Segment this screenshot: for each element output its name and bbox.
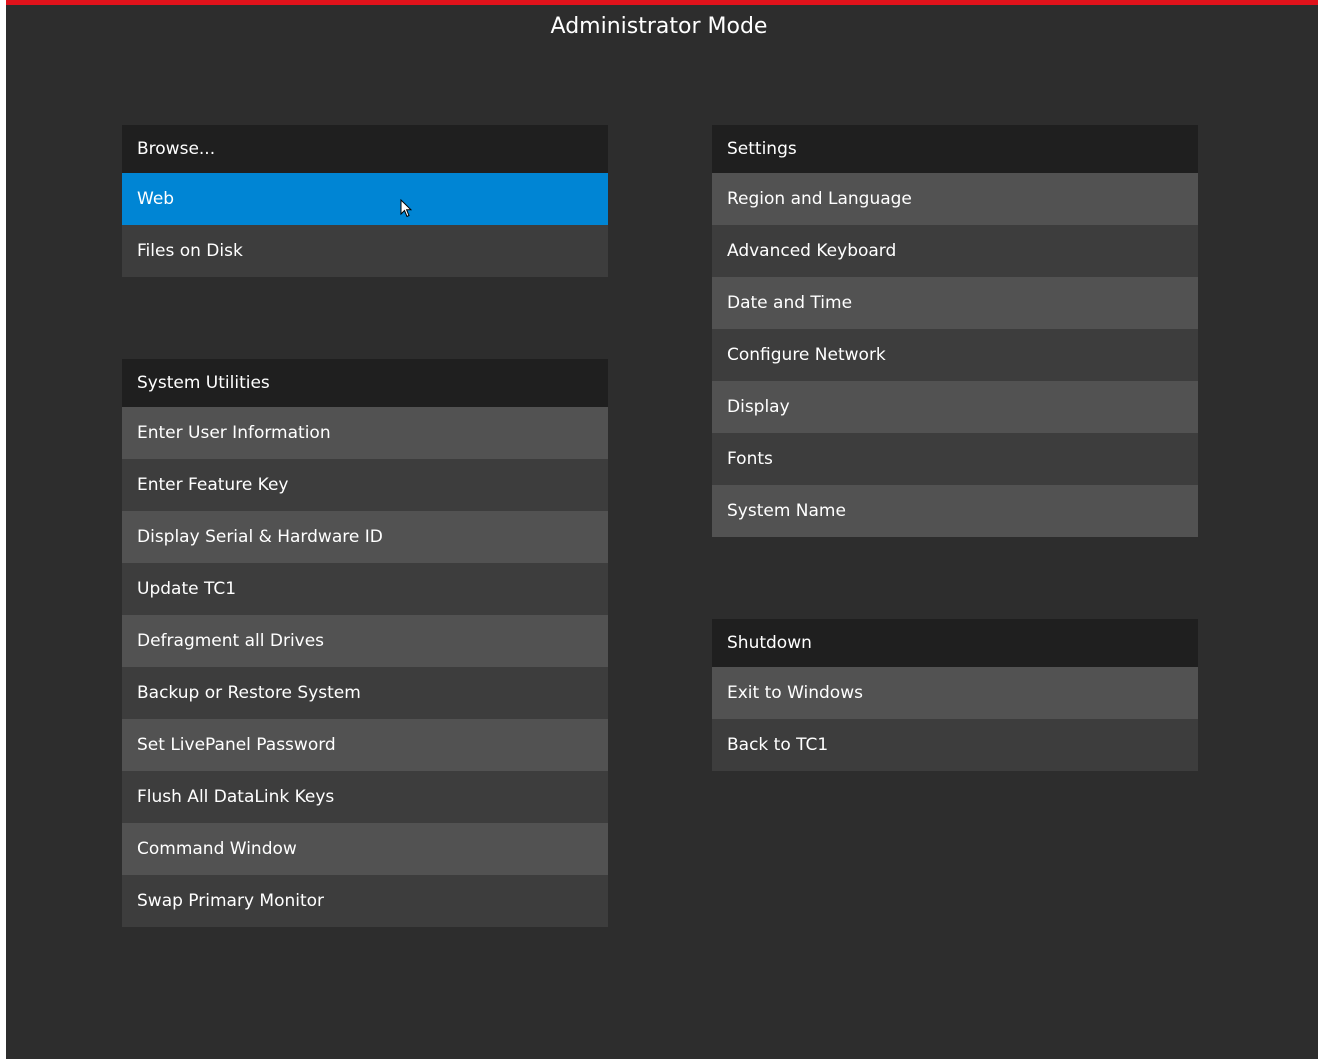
shutdown-header: Shutdown xyxy=(712,619,1198,667)
shutdown-item-exit-to-windows[interactable]: Exit to Windows xyxy=(712,667,1198,719)
page-title: Administrator Mode xyxy=(550,14,768,39)
utility-item-backup-restore-system[interactable]: Backup or Restore System xyxy=(122,667,608,719)
utility-item-defragment-all-drives[interactable]: Defragment all Drives xyxy=(122,615,608,667)
utility-item-enter-feature-key[interactable]: Enter Feature Key xyxy=(122,459,608,511)
settings-item-system-name[interactable]: System Name xyxy=(712,485,1198,537)
shutdown-item-back-to-tc1[interactable]: Back to TC1 xyxy=(712,719,1198,771)
settings-item-date-time[interactable]: Date and Time xyxy=(712,277,1198,329)
utility-item-command-window[interactable]: Command Window xyxy=(122,823,608,875)
utility-item-update-tc1[interactable]: Update TC1 xyxy=(122,563,608,615)
browse-panel: Browse... Web Files on Disk xyxy=(122,125,608,277)
settings-item-configure-network[interactable]: Configure Network xyxy=(712,329,1198,381)
utility-item-display-serial-hardware-id[interactable]: Display Serial & Hardware ID xyxy=(122,511,608,563)
settings-item-fonts[interactable]: Fonts xyxy=(712,433,1198,485)
accent-bar xyxy=(6,0,1318,5)
utility-item-flush-datalink-keys[interactable]: Flush All DataLink Keys xyxy=(122,771,608,823)
settings-item-region-language[interactable]: Region and Language xyxy=(712,173,1198,225)
shutdown-panel: Shutdown Exit to Windows Back to TC1 xyxy=(712,619,1198,771)
utility-item-swap-primary-monitor[interactable]: Swap Primary Monitor xyxy=(122,875,608,927)
utility-item-enter-user-information[interactable]: Enter User Information xyxy=(122,407,608,459)
settings-panel: Settings Region and Language Advanced Ke… xyxy=(712,125,1198,537)
system-utilities-header: System Utilities xyxy=(122,359,608,407)
settings-item-advanced-keyboard[interactable]: Advanced Keyboard xyxy=(712,225,1198,277)
settings-item-display[interactable]: Display xyxy=(712,381,1198,433)
utility-item-set-livepanel-password[interactable]: Set LivePanel Password xyxy=(122,719,608,771)
settings-header: Settings xyxy=(712,125,1198,173)
browse-item-web[interactable]: Web xyxy=(122,173,608,225)
mouse-pointer-icon xyxy=(400,199,412,218)
browse-item-files-on-disk[interactable]: Files on Disk xyxy=(122,225,608,277)
system-utilities-panel: System Utilities Enter User Information … xyxy=(122,359,608,927)
admin-screen: Administrator Mode Browse... Web Files o… xyxy=(6,0,1318,1059)
browse-header: Browse... xyxy=(122,125,608,173)
